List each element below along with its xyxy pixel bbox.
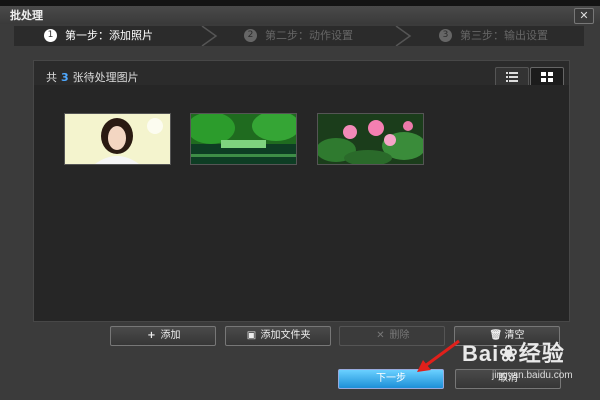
thumbnail-portrait[interactable] <box>64 113 171 165</box>
watermark-brand-text: Bai <box>462 341 500 366</box>
step-3-label: 第三步：输出设置 <box>460 29 548 42</box>
watermark-brand: Bai❀经验 <box>462 336 565 368</box>
step-bar: 1 第一步：添加照片 2 第二步：动作设置 3 第三步：输出设置 <box>14 26 584 46</box>
folder-plus-icon: ▣ <box>246 330 257 341</box>
x-icon: ✕ <box>376 330 385 341</box>
step-3[interactable]: 3 第三步：输出设置 <box>439 26 548 46</box>
step-2-label: 第二步：动作设置 <box>265 29 353 42</box>
batch-dialog: 批处理 ✕ 1 第一步：添加照片 2 第二步：动作设置 3 第三步：输出设置 共 3 张待… <box>0 0 600 400</box>
watermark-url: jingyan.baidu.com <box>492 370 573 381</box>
thumbnail-lotus[interactable] <box>316 113 426 166</box>
step-2[interactable]: 2 第二步：动作设置 <box>244 26 353 46</box>
thumbnail-garden[interactable] <box>187 111 300 165</box>
grid-view-icon[interactable] <box>530 67 564 87</box>
count-number: 3 <box>61 71 69 84</box>
red-arrow-annotation <box>417 339 460 372</box>
pending-count: 共 3 张待处理图片 <box>46 69 139 85</box>
count-suffix: 张待处理图片 <box>72 71 139 84</box>
window-title: 批处理 <box>10 9 43 22</box>
watermark-brand2: 经验 <box>518 341 565 366</box>
step-1[interactable]: 1 第一步：添加照片 <box>44 26 153 46</box>
close-icon[interactable]: ✕ <box>574 8 594 24</box>
add-folder-label: 添加文件夹 <box>260 330 311 341</box>
step-2-number: 2 <box>244 28 257 42</box>
view-toggle <box>495 67 564 87</box>
add-label: 添加 <box>160 330 181 341</box>
count-prefix: 共 <box>46 71 57 84</box>
list-view-icon[interactable] <box>495 67 529 87</box>
image-panel: 共 3 张待处理图片 <box>33 60 570 322</box>
step-3-number: 3 <box>439 28 452 42</box>
add-folder-button[interactable]: ▣ 添加文件夹 <box>225 326 331 346</box>
delete-label: 删除 <box>389 330 410 341</box>
paw-icon: ❀ <box>499 341 519 366</box>
title-bar: 批处理 ✕ <box>0 6 600 24</box>
thumbnail-area <box>34 85 569 321</box>
add-button[interactable]: + 添加 <box>110 326 216 346</box>
step-1-number: 1 <box>44 28 57 42</box>
plus-icon: + <box>147 330 156 341</box>
step-1-label: 第一步：添加照片 <box>65 29 153 42</box>
